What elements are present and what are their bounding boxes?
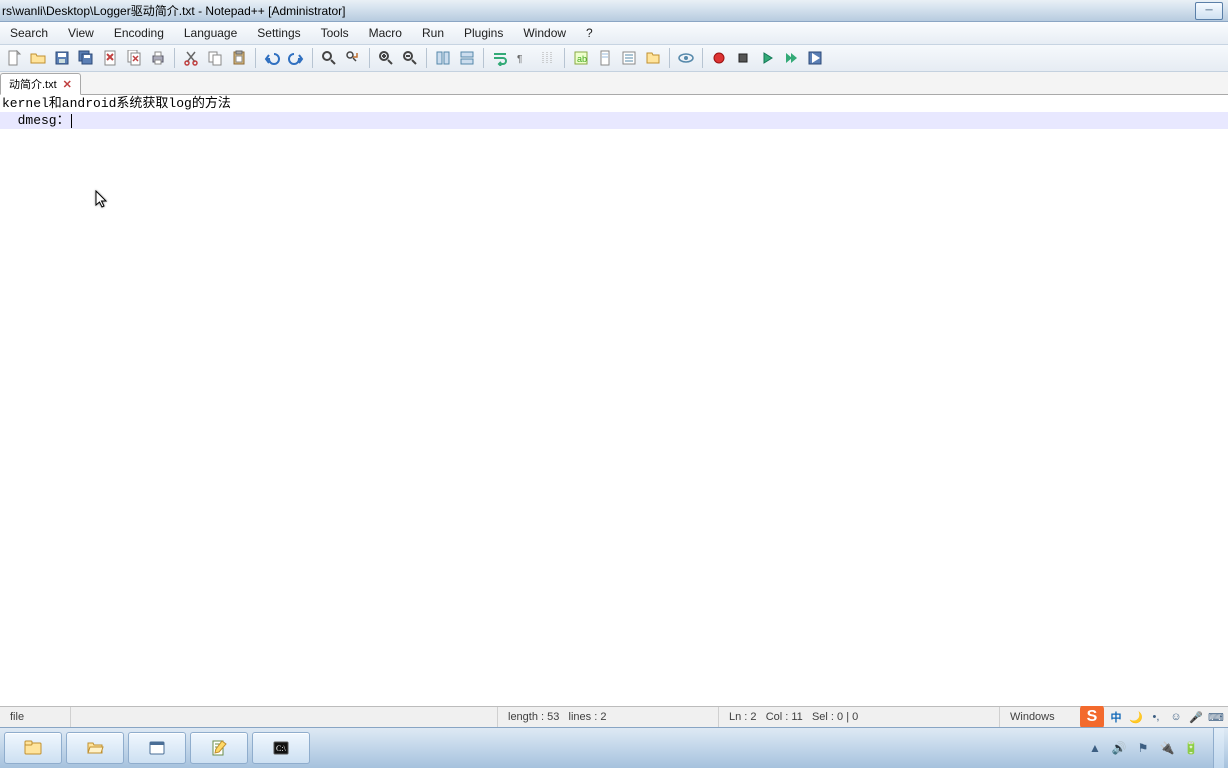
word-wrap-icon[interactable] [488,46,512,70]
sync-vert-icon[interactable] [431,46,455,70]
toolbar-separator [255,48,256,68]
menu-plugins[interactable]: Plugins [454,22,513,44]
taskbar-notepadpp-icon[interactable] [190,732,248,764]
tray-battery-icon[interactable]: 🔋 [1183,740,1199,756]
mic-icon[interactable]: 🎤 [1188,709,1204,725]
menu-view[interactable]: View [58,22,104,44]
menu-settings[interactable]: Settings [247,22,310,44]
status-ln-col-sel: Ln : 2 Col : 11 Sel : 0 | 0 [719,707,1000,727]
new-file-icon[interactable] [2,46,26,70]
play-macro-icon[interactable] [755,46,779,70]
menu-encoding[interactable]: Encoding [104,22,174,44]
monitor-icon[interactable] [674,46,698,70]
open-file-icon[interactable] [26,46,50,70]
tray-speaker-icon[interactable]: 🔊 [1111,740,1127,756]
save-file-icon[interactable] [50,46,74,70]
status-file: file [0,707,71,727]
find-icon[interactable] [317,46,341,70]
print-icon[interactable] [146,46,170,70]
stop-macro-icon[interactable] [731,46,755,70]
document-tab[interactable]: 动简介.txt ✕ [0,73,81,95]
tray-arrow-up-icon[interactable]: ▲ [1087,740,1103,756]
record-macro-icon[interactable] [707,46,731,70]
play-multi-icon[interactable] [779,46,803,70]
undo-icon[interactable] [260,46,284,70]
menu-macro[interactable]: Macro [359,22,412,44]
mouse-cursor-icon [95,190,109,215]
menu-window[interactable]: Window [513,22,576,44]
close-icon[interactable] [98,46,122,70]
smile-icon[interactable]: ☺ [1168,709,1184,725]
svg-text:ab: ab [577,54,587,64]
toolbar-separator [669,48,670,68]
menu-help[interactable]: ? [576,22,603,44]
moon-icon[interactable]: 🌙 [1128,709,1144,725]
save-macro-icon[interactable] [803,46,827,70]
menu-search[interactable]: Search [0,22,58,44]
toolbar-separator [312,48,313,68]
sogou-ime-icon[interactable]: S [1080,705,1104,729]
taskbar-folder-open-icon[interactable] [66,732,124,764]
copy-icon[interactable] [203,46,227,70]
zoom-in-icon[interactable] [374,46,398,70]
language-icon[interactable]: ab [569,46,593,70]
titlebar: rs\wanli\Desktop\Logger驱动简介.txt - Notepa… [0,0,1228,22]
minimize-button[interactable]: ─ [1195,2,1223,20]
menu-run[interactable]: Run [412,22,454,44]
status-encoding: Windows [1000,707,1080,727]
func-list-icon[interactable] [617,46,641,70]
save-all-icon[interactable] [74,46,98,70]
folder-tree-icon[interactable] [641,46,665,70]
toolbar-separator [174,48,175,68]
toolbar-separator [564,48,565,68]
toolbar: ¶ ab [0,45,1228,72]
punct-icon[interactable]: •, [1148,709,1164,725]
statusbar: file length : 53 lines : 2 Ln : 2 Col : … [0,706,1228,727]
toolbar-separator [483,48,484,68]
menubar: Search View Encoding Language Settings T… [0,22,1228,45]
close-all-icon[interactable] [122,46,146,70]
status-length-lines: length : 53 lines : 2 [498,707,719,727]
zoom-out-icon[interactable] [398,46,422,70]
editor-line[interactable]: kernel和android系统获取log的方法 [0,95,1228,112]
menu-tools[interactable]: Tools [311,22,359,44]
show-desktop-button[interactable] [1213,728,1224,768]
tab-strip: 动简介.txt ✕ [0,72,1228,95]
keyboard-icon[interactable]: ⌨ [1208,709,1224,725]
show-all-icon[interactable]: ¶ [512,46,536,70]
paste-icon[interactable] [227,46,251,70]
taskbar-dialog-icon[interactable] [128,732,186,764]
replace-icon[interactable] [341,46,365,70]
cut-icon[interactable] [179,46,203,70]
toolbar-separator [702,48,703,68]
svg-text:C:\: C:\ [276,744,287,753]
editor-line[interactable]: dmesg： [0,112,1228,129]
doc-map-icon[interactable] [593,46,617,70]
tray-plug-icon[interactable]: 🔌 [1159,740,1175,756]
tab-close-icon[interactable]: ✕ [63,78,72,91]
toolbar-separator [426,48,427,68]
indent-guide-icon[interactable] [536,46,560,70]
ime-lang-icon[interactable]: 中 [1108,709,1124,725]
sync-horiz-icon[interactable] [455,46,479,70]
toolbar-separator [369,48,370,68]
menu-language[interactable]: Language [174,22,247,44]
taskbar-explorer-icon[interactable] [4,732,62,764]
redo-icon[interactable] [284,46,308,70]
status-spacer [71,707,498,727]
svg-text:¶: ¶ [517,54,522,65]
tab-label: 动简介.txt [9,76,57,92]
taskbar: C:\ ▲ 🔊 ⚑ 🔌 🔋 [0,727,1228,768]
tray-flag-icon[interactable]: ⚑ [1135,740,1151,756]
window-title: rs\wanli\Desktop\Logger驱动简介.txt - Notepa… [0,2,345,19]
taskbar-cmd-icon[interactable]: C:\ [252,732,310,764]
editor-area[interactable]: kernel和android系统获取log的方法 dmesg： [0,95,1228,706]
text-caret [71,114,72,128]
